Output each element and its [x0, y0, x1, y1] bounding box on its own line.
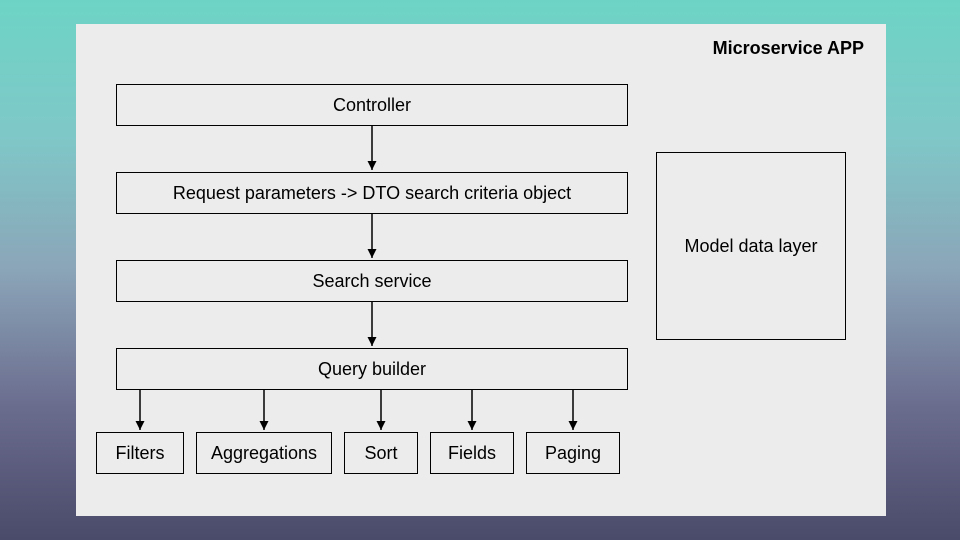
box-query-builder: Query builder [116, 348, 628, 390]
box-label: Aggregations [211, 443, 317, 464]
box-aggregations: Aggregations [196, 432, 332, 474]
diagram-panel: Microservice APP Controller Request para… [76, 24, 886, 516]
box-label: Request parameters -> DTO search criteri… [173, 183, 571, 204]
box-controller: Controller [116, 84, 628, 126]
panel-title: Microservice APP [713, 38, 864, 59]
box-dto: Request parameters -> DTO search criteri… [116, 172, 628, 214]
box-label: Search service [312, 271, 431, 292]
box-model-data-layer: Model data layer [656, 152, 846, 340]
box-label: Controller [333, 95, 411, 116]
box-label: Sort [364, 443, 397, 464]
box-filters: Filters [96, 432, 184, 474]
box-label: Fields [448, 443, 496, 464]
box-label: Model data layer [684, 236, 817, 257]
box-label: Filters [116, 443, 165, 464]
box-paging: Paging [526, 432, 620, 474]
box-search-service: Search service [116, 260, 628, 302]
box-fields: Fields [430, 432, 514, 474]
box-label: Query builder [318, 359, 426, 380]
box-sort: Sort [344, 432, 418, 474]
box-label: Paging [545, 443, 601, 464]
